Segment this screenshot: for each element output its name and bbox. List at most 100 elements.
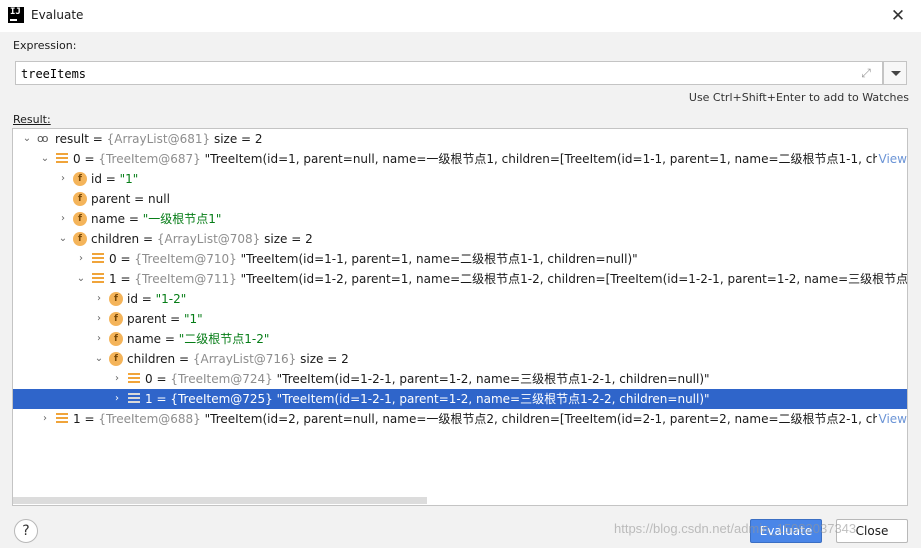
object-reference: {ArrayList@716} bbox=[192, 352, 297, 366]
expand-arrow-icon[interactable]: › bbox=[57, 209, 69, 229]
expression-input[interactable] bbox=[21, 65, 841, 82]
view-link[interactable]: View bbox=[876, 149, 907, 169]
collapse-arrow-icon[interactable]: ⌄ bbox=[39, 149, 51, 169]
equals-sign: = bbox=[125, 212, 143, 226]
field-icon: f bbox=[109, 332, 123, 346]
array-element-icon bbox=[92, 273, 104, 285]
equals-sign: = bbox=[152, 372, 171, 386]
close-button[interactable]: Close bbox=[836, 519, 908, 543]
expand-arrow-icon[interactable]: › bbox=[39, 409, 51, 429]
tree-row-content: children = {ArrayList@716} size = 2 bbox=[127, 349, 349, 369]
result-label-text: Result: bbox=[13, 113, 51, 126]
evaluate-button[interactable]: Evaluate bbox=[750, 519, 822, 543]
object-reference: {TreeItem@687} bbox=[98, 152, 201, 166]
array-element-icon bbox=[128, 373, 140, 385]
tree-row-content: id = "1" bbox=[91, 169, 138, 189]
expand-arrow-icon[interactable]: › bbox=[111, 369, 123, 389]
tree-row-content: name = "一级根节点1" bbox=[91, 209, 221, 229]
variable-name: 0 bbox=[145, 372, 153, 386]
collapse-arrow-icon[interactable]: ⌄ bbox=[75, 269, 87, 289]
watch-glasses-icon: oo bbox=[37, 132, 48, 145]
variable-value: null bbox=[148, 192, 170, 206]
expand-arrow-icon[interactable]: › bbox=[93, 329, 105, 349]
tree-row-content: result = {ArrayList@681} size = 2 bbox=[55, 129, 263, 149]
tree-row-content: 0 = {TreeItem@710} "TreeItem(id=1-1, par… bbox=[109, 249, 638, 269]
tree-row[interactable]: › 0 = {TreeItem@724} "TreeItem(id=1-2-1, … bbox=[13, 369, 907, 389]
object-reference: {ArrayList@681} bbox=[106, 132, 211, 146]
variable-name: id bbox=[91, 172, 102, 186]
object-reference: {TreeItem@725} bbox=[170, 392, 273, 406]
collapse-arrow-icon[interactable]: ⌄ bbox=[93, 349, 105, 369]
tree-row-content: 1 = {TreeItem@688} "TreeItem(id=2, paren… bbox=[73, 409, 907, 429]
help-icon[interactable]: ? bbox=[14, 519, 38, 543]
tree-row[interactable]: ⌄ oo result = {ArrayList@681} size = 2 bbox=[13, 129, 907, 149]
array-element-icon bbox=[56, 153, 68, 165]
variable-name: children bbox=[91, 232, 140, 246]
variable-name: result bbox=[55, 132, 89, 146]
variable-value: size = 2 bbox=[260, 232, 313, 246]
tree-row-content: 0 = {TreeItem@724} "TreeItem(id=1-2-1, p… bbox=[145, 369, 710, 389]
tree-row[interactable]: ⌄ 0 = {TreeItem@687} "TreeItem(id=1, pare… bbox=[13, 149, 907, 169]
tree-row[interactable]: › 1 = {TreeItem@725} "TreeItem(id=1-2-1, … bbox=[13, 389, 907, 409]
close-window-icon[interactable]: ✕ bbox=[886, 4, 910, 28]
object-reference: {TreeItem@710} bbox=[134, 252, 237, 266]
array-element-icon bbox=[56, 413, 68, 425]
horizontal-scrollbar[interactable] bbox=[13, 497, 427, 504]
variable-value: "TreeItem(id=1-2-1, parent=1-2, name=三级根… bbox=[272, 392, 710, 406]
tree-row[interactable]: › f parent = "1" bbox=[13, 309, 907, 329]
tree-row[interactable]: ⌄ f children = {ArrayList@708} size = 2 bbox=[13, 229, 907, 249]
tree-row[interactable]: ⌄ 1 = {TreeItem@711} "TreeItem(id=1-2, pa… bbox=[13, 269, 907, 289]
variable-value: "1" bbox=[184, 312, 203, 326]
variable-name: name bbox=[91, 212, 126, 226]
expression-field[interactable]: ⤢ bbox=[15, 61, 883, 85]
tree-row-content: name = "二级根节点1-2" bbox=[127, 329, 269, 349]
expand-arrow-icon[interactable]: › bbox=[93, 309, 105, 329]
history-dropdown-chevron-icon[interactable] bbox=[883, 61, 907, 85]
equals-sign: = bbox=[101, 172, 120, 186]
variable-value: size = 2 bbox=[296, 352, 349, 366]
collapse-arrow-icon[interactable]: ⌄ bbox=[57, 229, 69, 249]
field-icon: f bbox=[73, 232, 87, 246]
variable-name: 1 bbox=[145, 392, 153, 406]
tree-row[interactable]: › 0 = {TreeItem@710} "TreeItem(id=1-1, pa… bbox=[13, 249, 907, 269]
tree-row-content: 0 = {TreeItem@687} "TreeItem(id=1, paren… bbox=[73, 149, 907, 169]
equals-sign: = bbox=[161, 332, 179, 346]
result-label: Result: bbox=[13, 113, 51, 126]
field-icon: f bbox=[109, 312, 123, 326]
field-icon: f bbox=[73, 212, 87, 226]
equals-sign: = bbox=[88, 132, 107, 146]
expand-editor-icon[interactable]: ⤢ bbox=[858, 65, 874, 81]
field-icon: f bbox=[109, 292, 123, 306]
tree-row-content: children = {ArrayList@708} size = 2 bbox=[91, 229, 313, 249]
array-element-icon bbox=[128, 393, 140, 405]
tree-row[interactable]: ⌄ f children = {ArrayList@716} size = 2 bbox=[13, 349, 907, 369]
tree-row[interactable]: › 1 = {TreeItem@688} "TreeItem(id=2, pare… bbox=[13, 409, 907, 429]
variable-value: "TreeItem(id=1-2, parent=1, name=二级根节点1-… bbox=[240, 272, 907, 286]
field-icon: f bbox=[73, 172, 87, 186]
equals-sign: = bbox=[116, 272, 135, 286]
collapse-arrow-icon[interactable]: ⌄ bbox=[21, 129, 33, 149]
variable-value: "二级根节点1-2" bbox=[178, 332, 270, 346]
view-link[interactable]: View bbox=[876, 409, 907, 429]
variable-value: "TreeItem(id=1, parent=null, name=一级根节点1… bbox=[204, 152, 907, 166]
field-icon: f bbox=[109, 352, 123, 366]
expand-arrow-icon[interactable]: › bbox=[75, 249, 87, 269]
variable-name: parent bbox=[127, 312, 167, 326]
tree-row-content: 1 = {TreeItem@725} "TreeItem(id=1-2-1, p… bbox=[145, 389, 710, 409]
variable-name: 1 bbox=[109, 272, 117, 286]
expand-arrow-icon[interactable]: › bbox=[111, 389, 123, 409]
equals-sign: = bbox=[80, 152, 99, 166]
tree-row-content: parent = "1" bbox=[127, 309, 203, 329]
variable-value: "1-2" bbox=[155, 292, 187, 306]
tree-row[interactable]: › f name = "一级根节点1" bbox=[13, 209, 907, 229]
field-icon: f bbox=[73, 192, 87, 206]
tree-row[interactable]: › f id = "1-2" bbox=[13, 289, 907, 309]
tree-row[interactable]: f parent = null bbox=[13, 189, 907, 209]
expand-arrow-icon[interactable]: › bbox=[57, 169, 69, 189]
equals-sign: = bbox=[175, 352, 193, 366]
window-title: Evaluate bbox=[31, 8, 84, 22]
tree-row[interactable]: › f id = "1" bbox=[13, 169, 907, 189]
expand-arrow-icon[interactable]: › bbox=[93, 289, 105, 309]
tree-row[interactable]: › f name = "二级根节点1-2" bbox=[13, 329, 907, 349]
result-tree[interactable]: ⌄ oo result = {ArrayList@681} size = 2 ⌄ 0 =… bbox=[12, 128, 908, 506]
